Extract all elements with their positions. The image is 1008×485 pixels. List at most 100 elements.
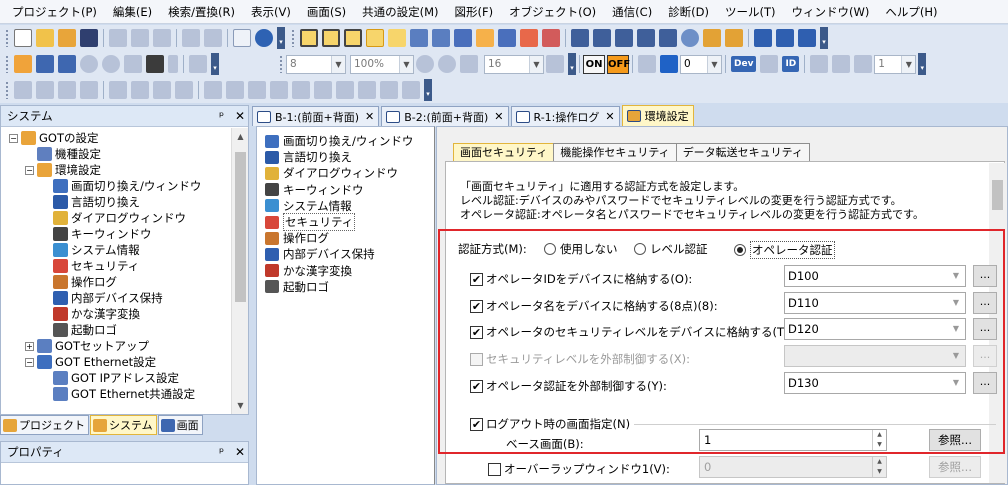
screen-copy-icon[interactable] [124,55,142,73]
next-state-icon[interactable] [660,55,678,73]
device-select[interactable]: D120 ▼ [784,318,966,340]
property-icon[interactable] [520,29,538,47]
category-icon[interactable] [476,29,494,47]
setting-checkbox[interactable]: ✔ オペレータIDをデバイスに格納する(O): [470,271,692,287]
zoom-area-icon[interactable] [189,55,207,73]
search-icon[interactable] [366,29,384,47]
save-icon[interactable] [80,29,98,47]
undo-icon[interactable] [182,29,200,47]
tree-item[interactable]: GOT IPアドレス設定 [53,370,179,386]
device-select[interactable]: D110 ▼ [784,292,966,314]
send-back-icon[interactable] [175,81,193,99]
checkbox-icon[interactable] [470,352,483,366]
menu-item[interactable]: オブジェクト(O) [501,0,604,24]
checkbox-icon[interactable]: ✔ [470,299,483,313]
env-list-item[interactable]: 画面切り換え/ウィンドウ [265,133,413,149]
document-tab[interactable]: R-1:操作ログ ✕ [510,106,620,126]
env-list-item[interactable]: システム情報 [265,198,352,214]
device-browse-button[interactable]: ... [973,292,997,314]
env-list-item[interactable]: 内部デバイス保持 [265,246,375,262]
overlap-screen-icon[interactable] [344,29,362,47]
flip-vertical-icon[interactable] [270,81,288,99]
copy-icon[interactable] [131,29,149,47]
tree-item[interactable]: − 環境設定 [25,162,101,178]
select-pointer-icon[interactable] [233,29,251,47]
env-list-item[interactable]: かな漢字変換 [265,263,352,279]
arrange-right-icon[interactable] [358,81,376,99]
simulator-icon[interactable] [659,29,677,47]
setting-checkbox[interactable]: ✔ オペレータのセキュリティレベルをデバイスに格納する(T): [470,324,792,340]
workspace-tab[interactable]: システム [90,415,157,435]
bring-front-icon[interactable] [153,81,171,99]
workspace-tab[interactable]: プロジェクト [0,415,89,435]
device-browse-button[interactable]: ... [973,265,997,287]
close-icon[interactable]: ✕ [235,445,245,459]
radio-operator-auth[interactable]: オペレータ認証 [734,241,835,259]
menu-item[interactable]: 通信(C) [604,0,660,24]
env-list-item[interactable]: ダイアログウィンドウ [265,165,398,181]
setting-checkbox[interactable]: ✔ オペレータ名をデバイスに格納する(8点)(8): [470,298,718,314]
collapse-icon[interactable]: − [9,133,18,143]
radio-none[interactable]: 使用しない [544,241,618,257]
state-select[interactable]: 0 ▼ [680,54,722,74]
ungroup-icon[interactable] [131,81,149,99]
document-tab[interactable]: B-1:(前面+背面) ✕ [252,106,380,126]
setting-checkbox[interactable]: セキュリティレベルを外部制御する(X): [470,351,690,367]
overlap-checkbox-icon[interactable] [488,462,501,476]
tree-item[interactable]: システム情報 [53,242,140,258]
align-right-icon[interactable] [58,81,76,99]
overlap-window-input[interactable]: 0 ▲ ▼ [699,456,887,478]
paste-icon[interactable] [153,29,171,47]
off-state-button[interactable]: OFF [607,54,630,74]
device-browse-button[interactable]: ... [973,318,997,340]
next-screen-icon[interactable] [102,55,120,73]
overlap-checkbox[interactable]: オーバーラップウィンドウ1(V): [488,461,670,477]
expand-icon[interactable]: + [25,341,34,351]
menu-item[interactable]: ウィンドウ(W) [784,0,878,24]
open-project-icon[interactable] [58,29,76,47]
radio-level-auth[interactable]: レベル認証 [634,241,708,257]
new-screen-icon[interactable] [14,55,32,73]
security-tab[interactable]: データ転送セキュリティ [675,143,811,161]
menu-item[interactable]: 診断(D) [660,0,717,24]
screen-list-icon[interactable] [58,55,76,73]
device-select[interactable]: D100 ▼ [784,265,966,287]
device-select[interactable]: D130 ▼ [784,372,966,394]
menu-item[interactable]: 編集(E) [105,0,160,24]
env-list-item[interactable]: 操作ログ [265,230,329,246]
close-tab-icon[interactable]: ✕ [494,110,503,123]
tree-scrollbar[interactable]: ▲ ▼ [231,128,248,414]
overlap-browse-button[interactable]: 参照... [929,456,981,478]
tree-item[interactable]: 起動ロゴ [53,322,117,338]
rotate-right-icon[interactable] [226,81,244,99]
tree-item[interactable]: 画面切り換え/ウィンドウ [53,178,201,194]
font-size-select[interactable]: 8 ▼ [286,54,346,74]
collapse-icon[interactable]: − [25,165,34,175]
comment-icon[interactable] [760,55,779,73]
menu-item[interactable]: 画面(S) [299,0,354,24]
logout-checkbox-icon[interactable]: ✔ [470,417,483,431]
workspace-tab[interactable]: 画面 [157,415,203,435]
checkbox-icon[interactable]: ✔ [470,379,483,393]
check-icon[interactable] [542,29,560,47]
write-to-got-icon[interactable] [593,29,611,47]
menu-item[interactable]: 検索/置換(R) [160,0,243,24]
pin-icon[interactable]: ᵖ [219,445,224,459]
device-list-icon[interactable] [498,29,516,47]
zoom-out-icon[interactable] [438,55,456,73]
tree-item[interactable]: + GOTセットアップ [25,338,149,354]
arrange-left-icon[interactable] [336,81,354,99]
close-icon[interactable]: ✕ [235,109,245,123]
base-screen-browse-button[interactable]: 参照... [929,429,981,451]
close-tab-icon[interactable]: ✕ [605,110,614,123]
rotate-left-icon[interactable] [204,81,222,99]
zoom-fit-icon[interactable] [460,55,478,73]
menu-item[interactable]: ツール(T) [717,0,784,24]
menu-item[interactable]: 表示(V) [243,0,299,24]
line-width-select[interactable]: 16 ▼ [484,54,544,74]
screen-icon[interactable] [300,29,318,47]
screen-image-icon[interactable] [36,55,54,73]
tree-item[interactable]: − GOTの設定 [9,130,99,146]
menu-item[interactable]: プロジェクト(P) [4,0,105,24]
device-display-button[interactable]: Dev [731,56,757,72]
